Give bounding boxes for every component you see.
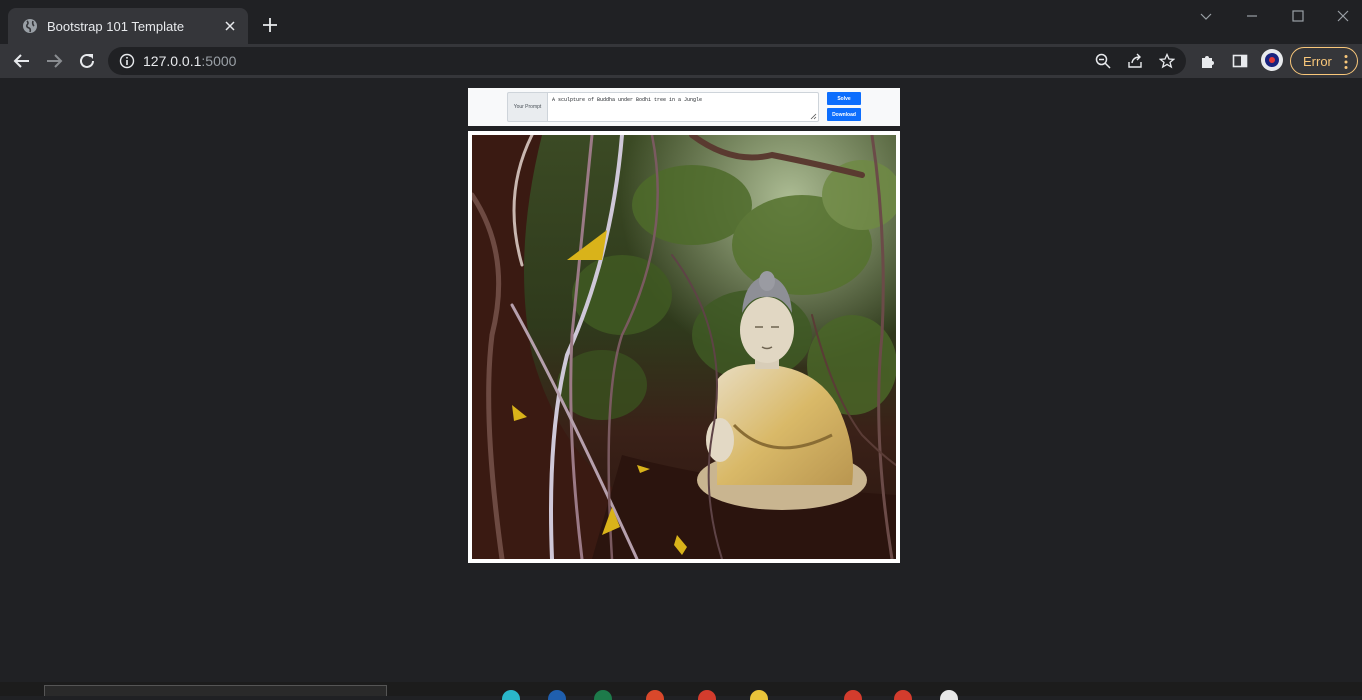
extensions-puzzle-icon[interactable] <box>1198 51 1218 71</box>
download-button[interactable]: Download <box>827 108 861 121</box>
taskbar-app-icon[interactable] <box>646 690 664 700</box>
generated-image <box>472 135 896 559</box>
profile-error-button[interactable]: Error <box>1290 47 1358 75</box>
solve-button[interactable]: Solve <box>827 92 861 105</box>
taskbar-app-icon[interactable] <box>844 690 862 700</box>
taskbar-app-icon[interactable] <box>940 690 958 700</box>
back-arrow-icon[interactable] <box>12 51 32 71</box>
prompt-textarea[interactable]: A sculpture of Buddha under Bodhi tree i… <box>547 92 819 122</box>
taskbar-app-icon[interactable] <box>698 690 716 700</box>
minimize-icon[interactable] <box>1242 6 1262 26</box>
os-taskbar <box>0 682 1362 700</box>
url-text: 127.0.0.1:5000 <box>143 53 236 69</box>
page-viewport: Your Prompt A sculpture of Buddha under … <box>0 78 1362 682</box>
site-info-icon[interactable] <box>119 53 135 69</box>
profile-avatar[interactable] <box>1261 49 1283 71</box>
reload-icon[interactable] <box>77 51 97 71</box>
taskbar-app-icon[interactable] <box>750 690 768 700</box>
error-label: Error <box>1303 53 1332 69</box>
side-panel-icon[interactable] <box>1230 51 1250 71</box>
close-icon[interactable] <box>222 18 238 34</box>
browser-tab[interactable]: Bootstrap 101 Template <box>8 8 248 44</box>
bookmark-star-icon[interactable] <box>1157 51 1177 71</box>
tab-strip: Bootstrap 101 Template <box>0 0 1362 44</box>
taskbar-app-icon[interactable] <box>502 690 520 700</box>
prompt-form: Your Prompt A sculpture of Buddha under … <box>468 88 900 126</box>
taskbar-app-icon[interactable] <box>548 690 566 700</box>
taskbar-search-box[interactable] <box>44 685 387 696</box>
prompt-label: Your Prompt <box>507 92 547 122</box>
globe-icon <box>23 19 37 33</box>
address-bar[interactable]: 127.0.0.1:5000 <box>108 47 1186 75</box>
maximize-icon[interactable] <box>1288 6 1308 26</box>
forward-arrow-icon[interactable] <box>44 51 64 71</box>
window-close-icon[interactable] <box>1333 6 1353 26</box>
generated-image-frame <box>468 131 900 563</box>
new-tab-plus-icon[interactable] <box>260 15 280 35</box>
resize-grip-icon[interactable] <box>810 113 817 120</box>
url-port: :5000 <box>201 53 237 69</box>
tab-search-chevron-icon[interactable] <box>1196 6 1216 26</box>
share-icon[interactable] <box>1125 51 1145 71</box>
kebab-menu-icon[interactable] <box>1344 54 1348 70</box>
browser-toolbar: 127.0.0.1:5000 <box>0 44 1362 78</box>
taskbar-app-icon[interactable] <box>894 690 912 700</box>
zoom-out-icon[interactable] <box>1093 51 1113 71</box>
url-host: 127.0.0.1 <box>143 53 202 69</box>
tab-title: Bootstrap 101 Template <box>47 18 185 34</box>
taskbar-app-icon[interactable] <box>594 690 612 700</box>
